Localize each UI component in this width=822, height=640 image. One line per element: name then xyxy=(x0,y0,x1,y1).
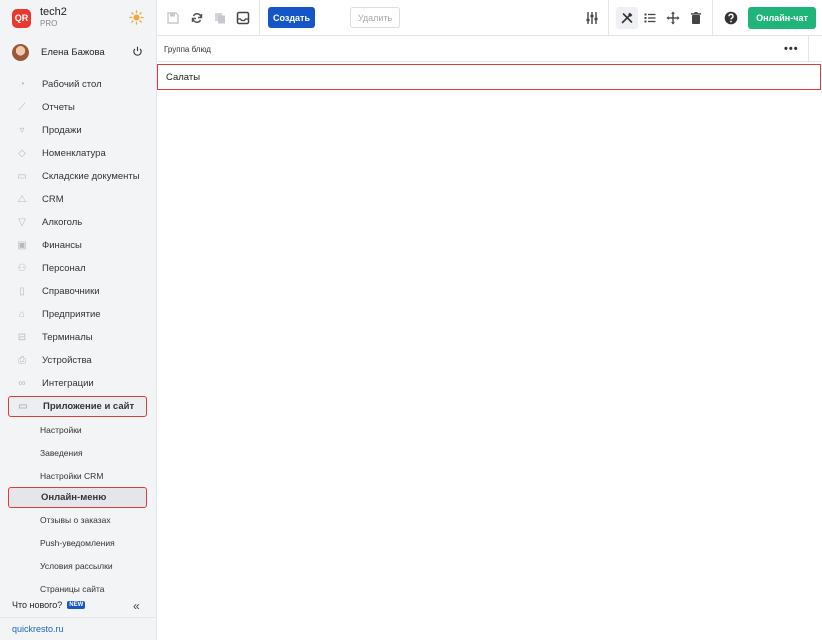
box-icon: ▭ xyxy=(17,171,27,182)
basket-icon: ▿ xyxy=(19,125,25,136)
nav-item-devices[interactable]: ⎙ Устройства xyxy=(0,349,156,372)
create-button[interactable]: Создать xyxy=(268,7,315,28)
nav-item-sales[interactable]: ▿ Продажи xyxy=(0,119,156,142)
glass-icon: ▽ xyxy=(18,217,26,228)
book-icon: ▯ xyxy=(19,286,25,297)
nav-item-crm[interactable]: ⧍ CRM xyxy=(0,188,156,211)
terminal-icon: ⊟ xyxy=(17,332,27,343)
app-subnav: Настройки Заведения Настройки CRM Онлайн… xyxy=(0,418,156,600)
link-icon: ∞ xyxy=(18,378,26,389)
sun-icon[interactable] xyxy=(129,10,144,25)
subnav-item-venues[interactable]: Заведения xyxy=(0,441,156,464)
nav-item-alcohol[interactable]: ▽ Алкоголь xyxy=(0,211,156,234)
chart-icon: ⟋ xyxy=(18,102,26,113)
quickresto-logo: QR xyxy=(12,8,31,28)
nav-item-directories[interactable]: ▯ Справочники xyxy=(0,280,156,303)
filters-icon[interactable] xyxy=(585,11,599,25)
subnav-item-crm-settings[interactable]: Настройки CRM xyxy=(0,464,156,487)
gauge-icon: ◔ xyxy=(18,79,26,90)
row-group-name: Салаты xyxy=(166,71,201,83)
sidebar: QR tech2 PRO Елена Бажова ◔ Рабочий стол … xyxy=(0,0,157,640)
subnav-item-mailing[interactable]: Условия рассылки xyxy=(0,554,156,577)
subnav-item-settings[interactable]: Настройки xyxy=(0,418,156,441)
column-header-dish-group[interactable]: Группа блюд xyxy=(164,45,211,54)
list-icon[interactable] xyxy=(643,11,657,25)
toolbar-divider xyxy=(608,0,609,36)
brand-plan: PRO xyxy=(40,19,58,28)
tools-icon[interactable] xyxy=(620,11,634,25)
brand-name: tech2 xyxy=(40,6,67,18)
nav-item-terminals[interactable]: ⊟ Терминалы xyxy=(0,326,156,349)
printer-icon: ⎙ xyxy=(18,355,26,366)
whats-new-link[interactable]: Что нового? NEW xyxy=(12,600,86,610)
header-divider xyxy=(808,36,809,62)
nav-item-app-and-site[interactable]: ▭ Приложение и сайт xyxy=(8,396,147,417)
online-chat-button[interactable]: Онлайн-чат xyxy=(748,7,816,29)
table-header: Группа блюд ••• xyxy=(157,36,822,62)
app-icon: ▭ xyxy=(18,401,28,412)
wallet-icon: ▣ xyxy=(17,240,27,251)
collapse-sidebar-button[interactable]: « xyxy=(133,599,140,613)
subnav-item-order-reviews[interactable]: Отзывы о заказах xyxy=(0,508,156,531)
move-icon[interactable] xyxy=(666,11,680,25)
table-row[interactable]: Салаты xyxy=(157,64,821,90)
more-options-icon[interactable]: ••• xyxy=(784,43,799,55)
staff-icon: ⚇ xyxy=(17,263,27,274)
refresh-icon[interactable] xyxy=(190,11,204,25)
nav-item-warehouse[interactable]: ▭ Складские документы xyxy=(0,165,156,188)
subnav-item-online-menu[interactable]: Онлайн-меню xyxy=(8,487,147,508)
nav-item-enterprise[interactable]: ⌂ Предприятие xyxy=(0,303,156,326)
inbox-icon[interactable] xyxy=(236,11,250,25)
subnav-item-push[interactable]: Push-уведомления xyxy=(0,531,156,554)
delete-button[interactable]: Удалить xyxy=(350,7,400,28)
copy-icon[interactable] xyxy=(213,11,227,25)
site-link[interactable]: quickresto.ru xyxy=(0,617,157,640)
nav-item-reports[interactable]: ⟋ Отчеты xyxy=(0,96,156,119)
avatar[interactable] xyxy=(12,43,29,61)
nav-item-staff[interactable]: ⚇ Персонал xyxy=(0,257,156,280)
power-icon[interactable] xyxy=(132,46,143,57)
nav-item-finance[interactable]: ▣ Финансы xyxy=(0,234,156,257)
whats-new-label: Что нового? xyxy=(12,600,63,610)
user-name: Елена Бажова xyxy=(41,46,105,58)
trash-icon[interactable] xyxy=(689,11,703,25)
people-icon: ⧍ xyxy=(17,194,27,205)
nav-item-dashboard[interactable]: ◔ Рабочий стол xyxy=(0,73,156,96)
tag-icon: ◇ xyxy=(18,148,26,159)
toolbar: Создать Удалить Онлайн-чат xyxy=(157,0,822,36)
toolbar-divider xyxy=(712,0,713,36)
nav-item-nomenclature[interactable]: ◇ Номенклатура xyxy=(0,142,156,165)
subnav-item-site-pages[interactable]: Страницы сайта xyxy=(0,577,156,600)
help-icon[interactable] xyxy=(724,11,738,25)
store-icon: ⌂ xyxy=(18,309,26,320)
save-icon[interactable] xyxy=(166,11,180,25)
new-badge: NEW xyxy=(67,601,86,609)
toolbar-divider xyxy=(259,0,260,36)
nav-item-integrations[interactable]: ∞ Интеграции xyxy=(0,372,156,395)
main-nav: ◔ Рабочий стол ⟋ Отчеты ▿ Продажи ◇ Номенкла… xyxy=(0,73,156,417)
